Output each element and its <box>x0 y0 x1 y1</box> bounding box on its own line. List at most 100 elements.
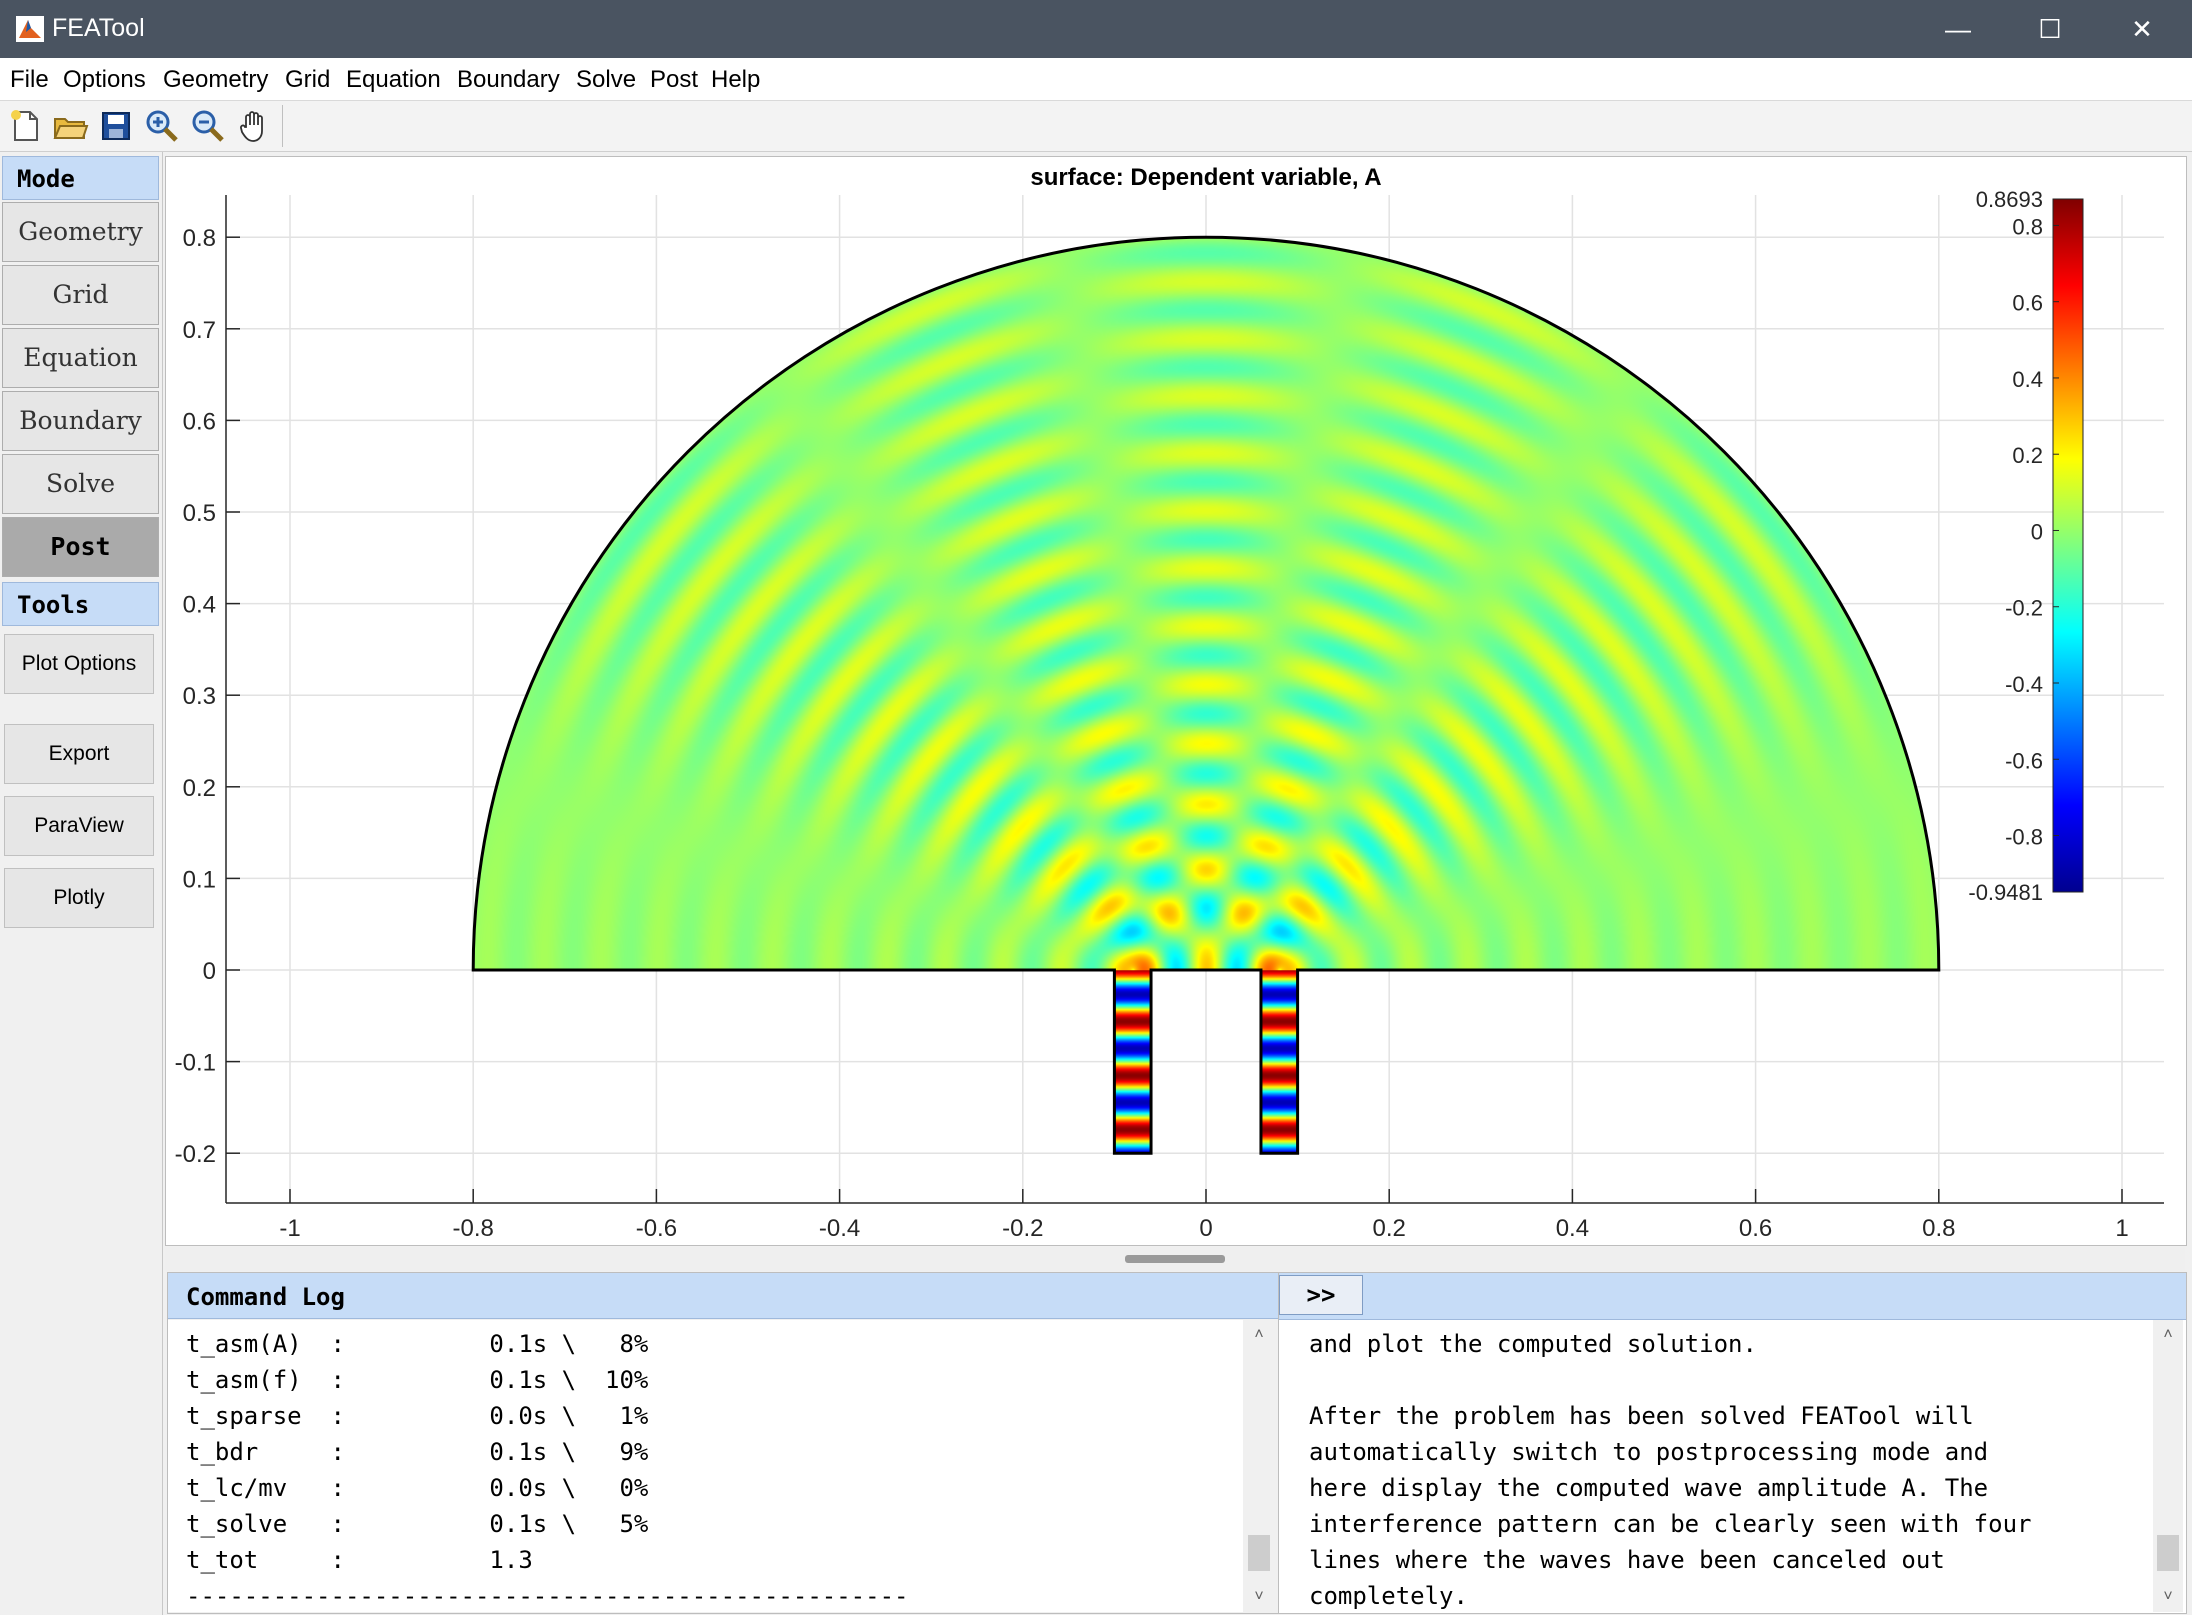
menu-grid[interactable]: Grid <box>285 66 330 94</box>
zoom-in-icon[interactable] <box>143 107 181 145</box>
mode-solve-button[interactable]: Solve <box>2 454 159 514</box>
log-scroll-thumb[interactable] <box>1248 1535 1270 1571</box>
x-tick-label: 0.2 <box>1373 1215 1406 1242</box>
scroll-down-icon[interactable]: ˅ <box>1244 1582 1274 1612</box>
toolbar <box>0 101 2192 152</box>
title-bar: FEATool — ☐ ✕ <box>0 0 2192 58</box>
colorbar: 0.8 0.6 0.4 0.2 0 -0.2 -0.4 -0.6 -0.8 0.8693 -0.94… <box>1968 187 2084 905</box>
x-tick-label: -0.2 <box>1002 1215 1043 1242</box>
menu-equation[interactable]: Equation <box>346 66 441 94</box>
colorbar-tick-label: -0.4 <box>2005 672 2043 697</box>
colorbar-tick-label: 0.4 <box>2012 367 2043 392</box>
x-tick-label: 1 <box>2115 1215 2128 1242</box>
minimize-button[interactable]: — <box>1912 0 2004 58</box>
mode-grid-button[interactable]: Grid <box>2 265 159 325</box>
help-line: automatically switch to postprocessing m… <box>1309 1438 1989 1466</box>
window-title: FEATool <box>52 14 145 42</box>
command-log-panel: Command Log t_asm(A) : 0.1s \ 8% t_asm(f… <box>167 1272 1279 1614</box>
export-button[interactable]: Export <box>4 724 154 784</box>
log-scrollbar[interactable]: ˄ ˅ <box>1244 1320 1274 1612</box>
colorbar-max-label: 0.8693 <box>1976 187 2043 212</box>
scroll-down-icon[interactable]: ˅ <box>2153 1582 2183 1612</box>
y-tick-label: 0.5 <box>183 500 216 527</box>
paraview-button[interactable]: ParaView <box>4 796 154 856</box>
tools-header: Tools <box>2 582 159 626</box>
x-tick-label: 0.4 <box>1556 1215 1589 1242</box>
help-line: completely. <box>1309 1582 1468 1610</box>
colorbar-tick-label: 0 <box>2031 519 2043 544</box>
colorbar-tick-label: -0.8 <box>2005 825 2043 850</box>
help-scroll-thumb[interactable] <box>2157 1535 2179 1571</box>
menu-post[interactable]: Post <box>650 66 698 94</box>
menu-file[interactable]: File <box>10 66 49 94</box>
mode-geometry-button[interactable]: Geometry <box>2 202 159 262</box>
colorbar-tick-label: 0.6 <box>2012 291 2043 316</box>
log-line: t_tot : 1.3 <box>186 1546 533 1574</box>
menu-bar: File Options Geometry Grid Equation Boun… <box>0 58 2192 101</box>
pan-hand-icon[interactable] <box>236 107 274 145</box>
featool-logo-icon <box>16 16 44 42</box>
help-scrollbar[interactable]: ˄ ˅ <box>2153 1320 2183 1612</box>
y-tick-label: 0.1 <box>183 866 216 893</box>
y-tick-label: 0.6 <box>183 408 216 435</box>
scroll-up-icon[interactable]: ˄ <box>2153 1320 2183 1350</box>
help-line: After the problem has been solved FEAToo… <box>1309 1402 1974 1430</box>
plot-options-button[interactable]: Plot Options <box>4 634 154 694</box>
x-tick-label: -1 <box>279 1215 300 1242</box>
expand-help-button[interactable]: >> <box>1279 1275 1363 1315</box>
mode-equation-button[interactable]: Equation <box>2 328 159 388</box>
x-tick-label: -0.4 <box>819 1215 860 1242</box>
log-line: ----------------------------------------… <box>186 1582 909 1610</box>
mode-boundary-button[interactable]: Boundary <box>2 391 159 451</box>
x-tick-label: 0 <box>1199 1215 1212 1242</box>
colorbar-tick-label: -0.6 <box>2005 748 2043 773</box>
help-panel: >> and plot the computed solution. After… <box>1278 1272 2187 1614</box>
zoom-out-icon[interactable] <box>189 107 227 145</box>
help-line: lines where the waves have been canceled… <box>1309 1546 1945 1574</box>
plot-title: surface: Dependent variable, A <box>1030 164 1381 191</box>
help-line: here display the computed wave amplitude… <box>1309 1474 1989 1502</box>
maximize-button[interactable]: ☐ <box>2004 0 2096 58</box>
y-tick-label: 0.2 <box>183 775 216 802</box>
colorbar-tick-label: -0.2 <box>2005 596 2043 621</box>
surface-plot[interactable]: surface: Dependent variable, A -1 -0.8 -0.… <box>166 157 2186 1245</box>
y-tick-label: 0.8 <box>183 225 216 252</box>
x-tick-label: -0.6 <box>636 1215 677 1242</box>
menu-geometry[interactable]: Geometry <box>163 66 268 94</box>
log-line: t_bdr : 0.1s \ 9% <box>186 1438 649 1466</box>
mode-post-button[interactable]: Post <box>2 517 159 577</box>
command-log-text[interactable]: t_asm(A) : 0.1s \ 8% t_asm(f) : 0.1s \ 1… <box>168 1320 1243 1612</box>
menu-solve[interactable]: Solve <box>576 66 636 94</box>
colorbar-min-label: -0.9481 <box>1968 880 2043 905</box>
toolbar-separator <box>282 105 283 147</box>
command-log-title: Command Log <box>168 1273 1278 1319</box>
panel-splitter[interactable] <box>165 1247 2185 1271</box>
help-line: interference pattern can be clearly seen… <box>1309 1510 2032 1538</box>
plotly-button[interactable]: Plotly <box>4 868 154 928</box>
log-line: t_asm(A) : 0.1s \ 8% <box>186 1330 649 1358</box>
menu-help[interactable]: Help <box>711 66 760 94</box>
sidebar: Mode Geometry Grid Equation Boundary Sol… <box>0 152 163 1615</box>
y-tick-label: 0.4 <box>183 592 216 619</box>
log-line: t_solve : 0.1s \ 5% <box>186 1510 649 1538</box>
log-line: t_lc/mv : 0.0s \ 0% <box>186 1474 649 1502</box>
new-file-icon[interactable] <box>6 107 44 145</box>
help-header: >> <box>1279 1273 2186 1320</box>
colorbar-gradient <box>2052 198 2084 893</box>
x-tick-label: 0.8 <box>1922 1215 1955 1242</box>
mode-header: Mode <box>2 156 159 200</box>
y-tick-label: -0.2 <box>175 1141 216 1168</box>
log-line: t_asm(f) : 0.1s \ 10% <box>186 1366 649 1394</box>
colorbar-tick-label: 0.8 <box>2012 214 2043 239</box>
menu-boundary[interactable]: Boundary <box>457 66 560 94</box>
plot-area[interactable]: surface: Dependent variable, A -1 -0.8 -0.… <box>165 156 2187 1246</box>
y-tick-label: -0.1 <box>175 1050 216 1077</box>
menu-options[interactable]: Options <box>63 66 146 94</box>
help-text[interactable]: and plot the computed solution. After th… <box>1279 1320 2149 1612</box>
open-folder-icon[interactable] <box>51 107 89 145</box>
splitter-handle[interactable] <box>1125 1255 1225 1263</box>
save-icon[interactable] <box>97 107 135 145</box>
scroll-up-icon[interactable]: ˄ <box>1244 1320 1274 1350</box>
close-button[interactable]: ✕ <box>2096 0 2188 58</box>
help-line: and plot the computed solution. <box>1309 1330 1757 1358</box>
